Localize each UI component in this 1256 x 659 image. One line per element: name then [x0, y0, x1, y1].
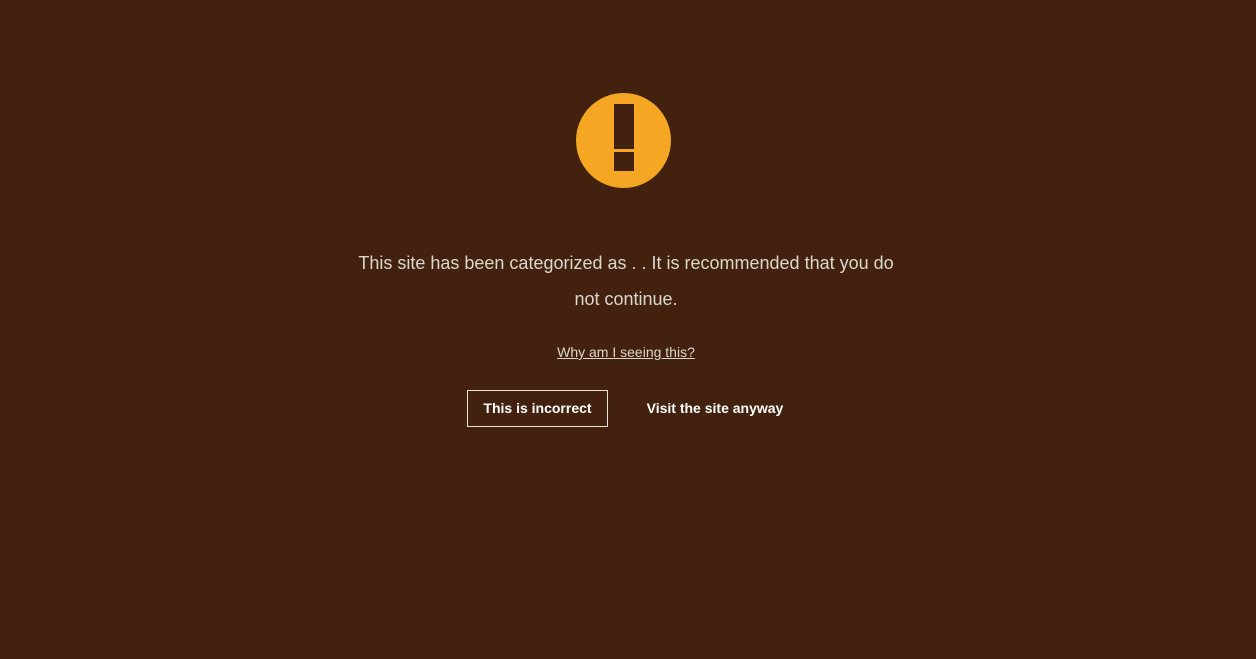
blocked-site-page: This site has been categorized as . . It… [0, 0, 1256, 659]
why-am-i-seeing-this-link[interactable]: Why am I seeing this? [557, 344, 695, 360]
warning-message: This site has been categorized as . . It… [358, 253, 894, 309]
warning-exclamation-icon [576, 93, 671, 188]
why-link-container: Why am I seeing this? [0, 342, 1252, 362]
this-is-incorrect-button[interactable]: This is incorrect [467, 390, 608, 427]
visit-site-anyway-button[interactable]: Visit the site anyway [630, 390, 800, 427]
